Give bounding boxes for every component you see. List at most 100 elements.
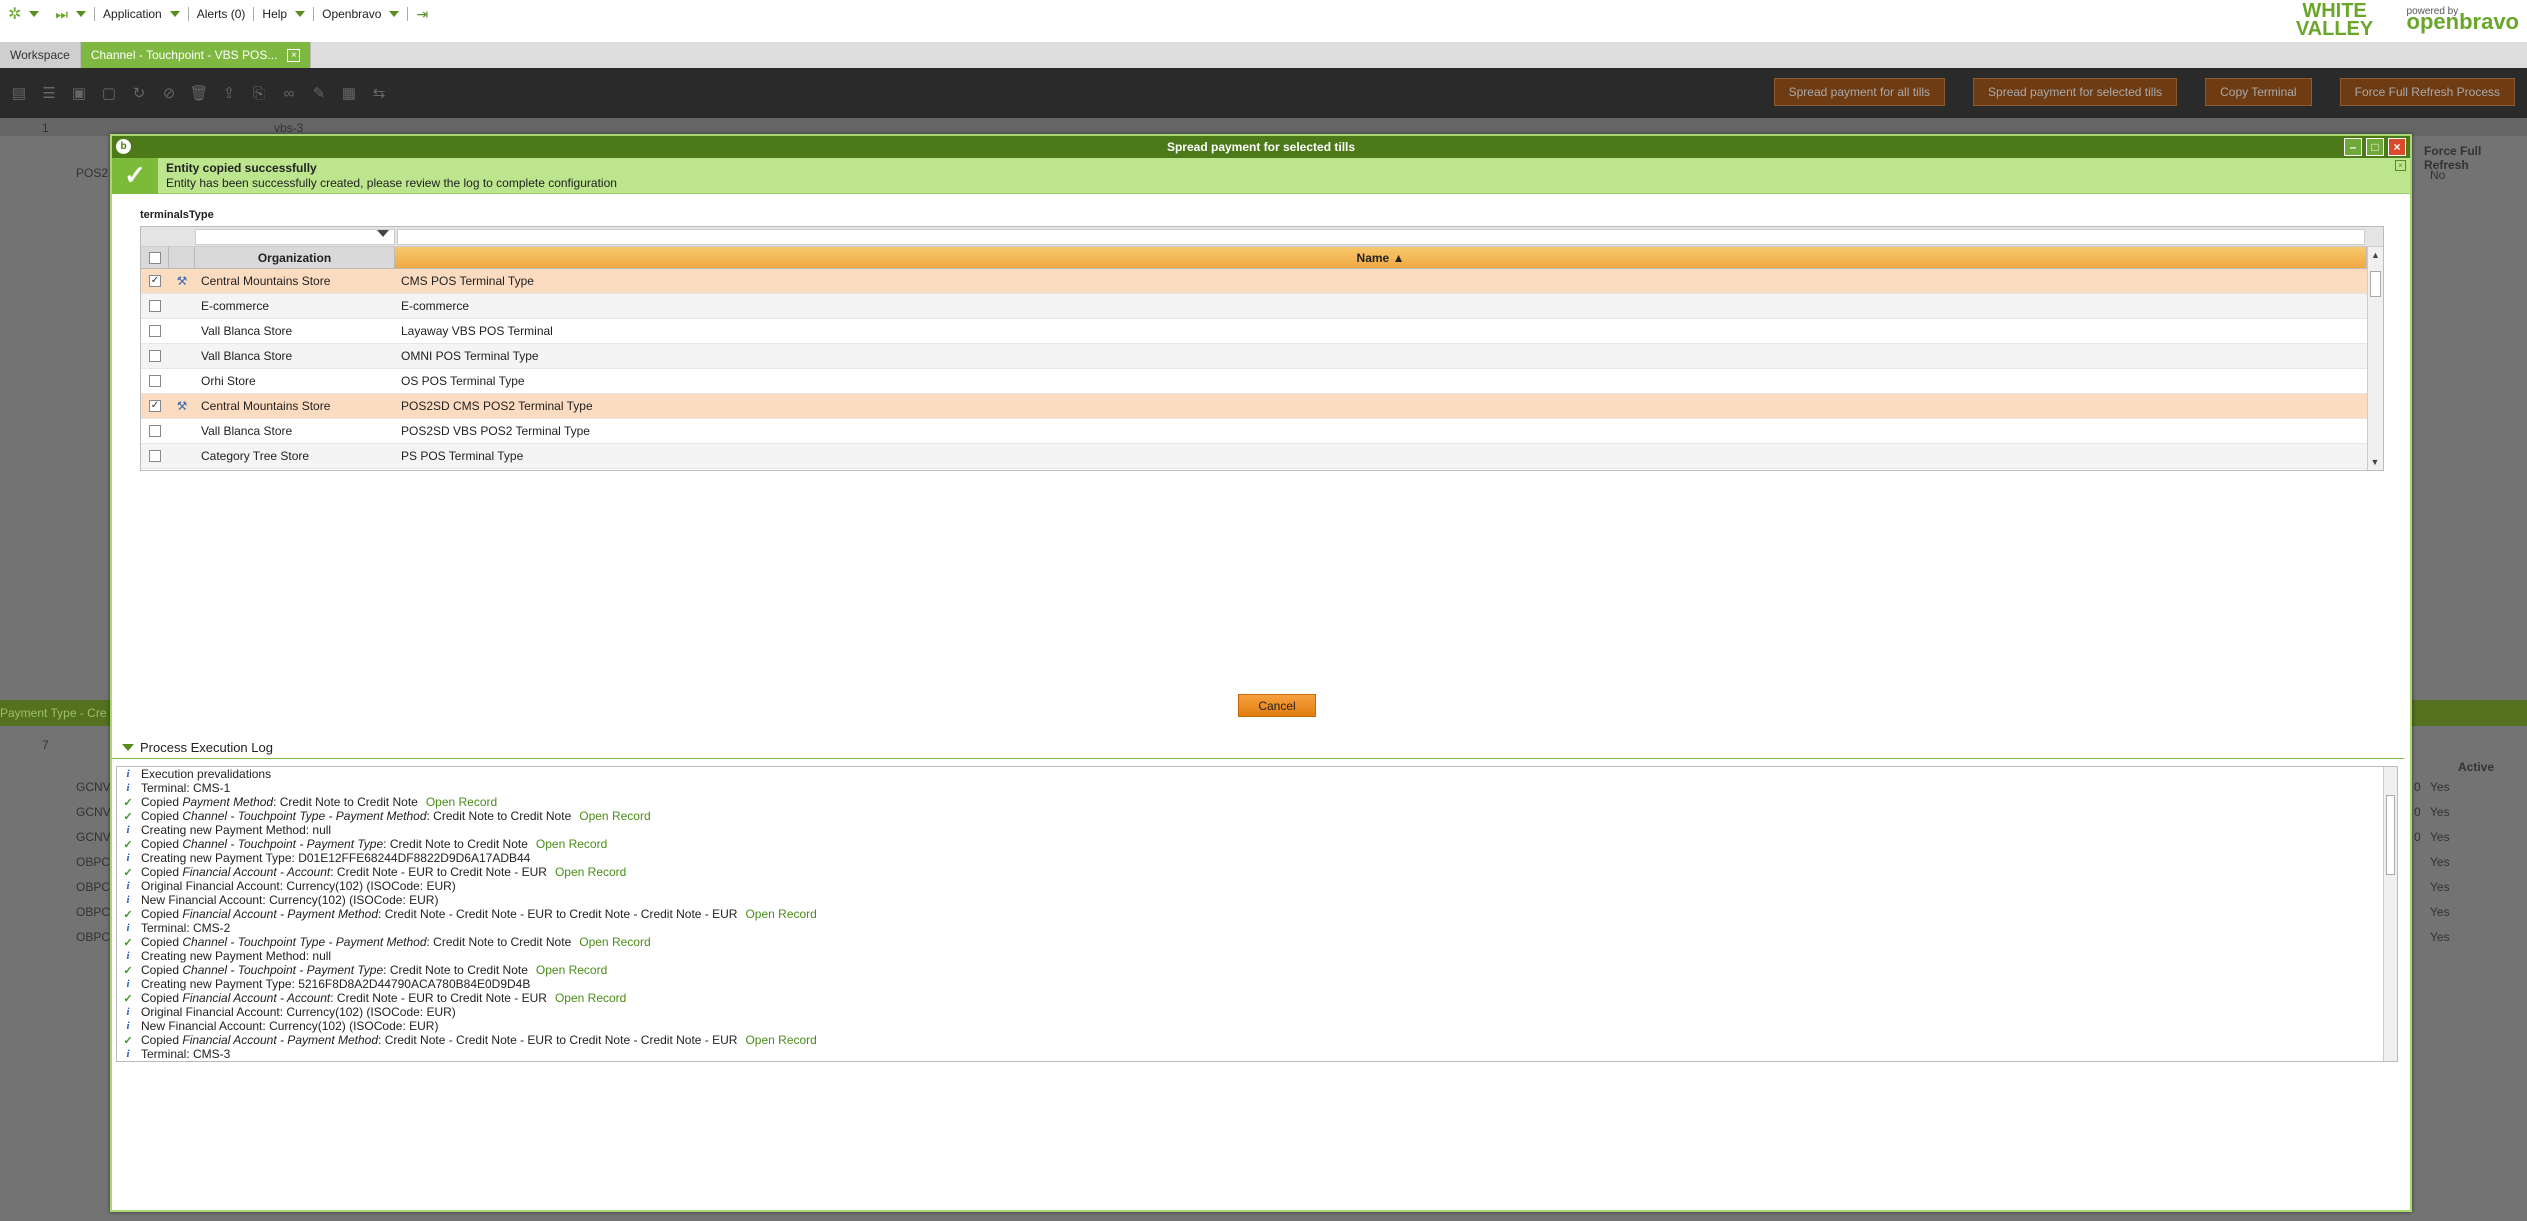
export-icon[interactable]: ⇪	[218, 82, 240, 104]
app-menu-icon[interactable]: ✲	[0, 0, 47, 28]
grid-body: ✓ ⚒ Central Mountains Store CMS POS Termina…	[141, 269, 2367, 469]
bg-active-value: Yes	[2430, 830, 2450, 844]
force-full-refresh-button[interactable]: Force Full Refresh Process	[2339, 78, 2515, 106]
info-icon: i	[126, 824, 130, 836]
row-checkbox[interactable]	[149, 450, 161, 462]
success-check-icon: ✓	[112, 157, 158, 194]
row-checkbox[interactable]	[149, 325, 161, 337]
table-row[interactable]: Category Tree Store PS POS Terminal Type	[141, 444, 2367, 469]
success-check-icon: ✓	[123, 810, 133, 823]
save-icon[interactable]: ▣	[68, 82, 90, 104]
spread-selected-tills-button[interactable]: Spread payment for selected tills	[1973, 78, 2178, 106]
success-check-icon: ✓	[123, 838, 133, 851]
help-menu[interactable]: Help	[254, 0, 313, 28]
table-row[interactable]: ✓ ⚒ Central Mountains Store POS2SD CMS POS2…	[141, 394, 2367, 419]
table-row[interactable]: ✓ ⚒ Central Mountains Store CMS POS Termina…	[141, 269, 2367, 294]
bg-active-value: Yes	[2430, 855, 2450, 869]
save-close-icon[interactable]: ▢	[98, 82, 120, 104]
dismiss-message-icon[interactable]: ×	[2395, 160, 2406, 171]
organization-filter-input[interactable]	[195, 229, 395, 245]
log-scrollbar[interactable]	[2383, 767, 2397, 1061]
terminals-type-label: terminalsType	[140, 209, 214, 221]
row-checkbox[interactable]	[149, 425, 161, 437]
edit-record-icon[interactable]: ⚒	[177, 274, 188, 288]
log-entry: ✓ Copied Financial Account - Account: Cre…	[117, 991, 2397, 1005]
spread-all-tills-button[interactable]: Spread payment for all tills	[1773, 78, 1946, 106]
open-record-link[interactable]: Open Record	[745, 907, 816, 921]
grid-scrollbar[interactable]: ▲ ▼	[2367, 247, 2383, 470]
open-record-link[interactable]: Open Record	[426, 795, 497, 809]
logout-icon[interactable]: ⇥	[408, 0, 436, 28]
success-check-icon: ✓	[123, 866, 133, 879]
log-section-toggle[interactable]: Process Execution Log	[122, 740, 273, 755]
cancel-button[interactable]: Cancel	[1238, 694, 1316, 717]
table-row[interactable]: Vall Blanca Store POS2SD VBS POS2 Termina…	[141, 419, 2367, 444]
terminals-type-grid: Organization Name ▲ ✓ ⚒ Central Mountains …	[140, 226, 2384, 471]
bg-active-value: Yes	[2430, 930, 2450, 944]
scroll-thumb[interactable]	[2370, 271, 2381, 297]
edit-record-icon[interactable]: ⚒	[177, 399, 188, 413]
name-cell: POS2SD VBS POS2 Terminal Type	[401, 424, 590, 438]
copy-terminal-button[interactable]: Copy Terminal	[2205, 78, 2312, 106]
open-record-link[interactable]: Open Record	[536, 963, 607, 977]
application-menu[interactable]: Application	[95, 0, 188, 28]
minimize-icon[interactable]: –	[2344, 138, 2362, 156]
grid-view-icon[interactable]: ☰	[38, 82, 60, 104]
open-record-link[interactable]: Open Record	[555, 991, 626, 1005]
window-toolbar: ▤ ☰ ▣ ▢ ↻ ⊘ 🗑 ⇪ ⎘ ∞ ✎ ▦ ⇆ Spread payment…	[0, 68, 2527, 118]
log-entry: ✓ Copied Financial Account - Payment Meth…	[117, 907, 2397, 921]
scroll-thumb[interactable]	[2386, 795, 2395, 875]
quick-launch-icon[interactable]: ⏭	[47, 0, 94, 28]
scroll-down-icon[interactable]: ▼	[2368, 454, 2382, 470]
row-checkbox[interactable]	[149, 300, 161, 312]
delete-icon[interactable]: 🗑	[188, 82, 210, 104]
bg-row-code: OBPC	[76, 930, 111, 944]
chevron-down-icon[interactable]	[377, 230, 389, 237]
tab-workspace[interactable]: Workspace	[0, 42, 81, 68]
bg-row-count: 1	[42, 121, 49, 135]
column-header-organization[interactable]: Organization	[195, 247, 395, 268]
user-menu[interactable]: Openbravo	[314, 0, 407, 28]
tools-icon[interactable]: ✎	[308, 82, 330, 104]
tab-channel-touchpoint[interactable]: Channel - Touchpoint - VBS POS... ×	[80, 42, 312, 68]
row-checkbox[interactable]	[149, 375, 161, 387]
table-row[interactable]: Vall Blanca Store Layaway VBS POS Termina…	[141, 319, 2367, 344]
clone-icon[interactable]: ⇆	[368, 82, 390, 104]
maximize-icon[interactable]: □	[2366, 138, 2384, 156]
new-document-icon[interactable]: ▤	[8, 82, 30, 104]
row-checkbox[interactable]: ✓	[149, 400, 161, 412]
alerts-link[interactable]: Alerts (0)	[189, 0, 254, 28]
grid-header-row: Organization Name ▲	[141, 247, 2367, 269]
undo-icon[interactable]: ⊘	[158, 82, 180, 104]
table-row[interactable]: Orhi Store OS POS Terminal Type	[141, 369, 2367, 394]
print-icon[interactable]: ▦	[338, 82, 360, 104]
scroll-up-icon[interactable]: ▲	[2368, 247, 2383, 263]
organization-cell: Central Mountains Store	[201, 274, 331, 288]
open-record-link[interactable]: Open Record	[579, 809, 650, 823]
close-icon[interactable]: ×	[2388, 138, 2406, 156]
link-icon[interactable]: ∞	[278, 82, 300, 104]
open-record-link[interactable]: Open Record	[579, 935, 650, 949]
log-entry: ✓ Copied Financial Account - Account: Cre…	[117, 865, 2397, 879]
table-row[interactable]: E-commerce E-commerce	[141, 294, 2367, 319]
name-cell: E-commerce	[401, 299, 470, 313]
name-filter-input[interactable]	[397, 229, 2365, 245]
open-record-link[interactable]: Open Record	[745, 1033, 816, 1047]
process-execution-log: i Execution prevalidations i Terminal: CMS-…	[116, 766, 2398, 1062]
bg-row-code: GCNV	[76, 780, 111, 794]
close-tab-icon[interactable]: ×	[287, 48, 301, 62]
row-checkbox[interactable]	[149, 350, 161, 362]
table-row[interactable]: Vall Blanca Store OMNI POS Terminal Type	[141, 344, 2367, 369]
bg-row-label: POS2	[76, 166, 109, 180]
row-checkbox[interactable]: ✓	[149, 275, 161, 287]
organization-cell: Central Mountains Store	[201, 399, 331, 413]
info-icon: i	[126, 1048, 130, 1060]
log-entry: ✓ Copied Channel - Touchpoint - Payment T…	[117, 963, 2397, 977]
dialog-title: Spread payment for selected tills	[1166, 140, 1356, 154]
open-record-link[interactable]: Open Record	[536, 837, 607, 851]
select-all-checkbox[interactable]	[148, 251, 161, 264]
open-record-link[interactable]: Open Record	[555, 865, 626, 879]
refresh-icon[interactable]: ↻	[128, 82, 150, 104]
attachment-icon[interactable]: ⎘	[248, 82, 270, 104]
column-header-name[interactable]: Name ▲	[395, 247, 2367, 268]
